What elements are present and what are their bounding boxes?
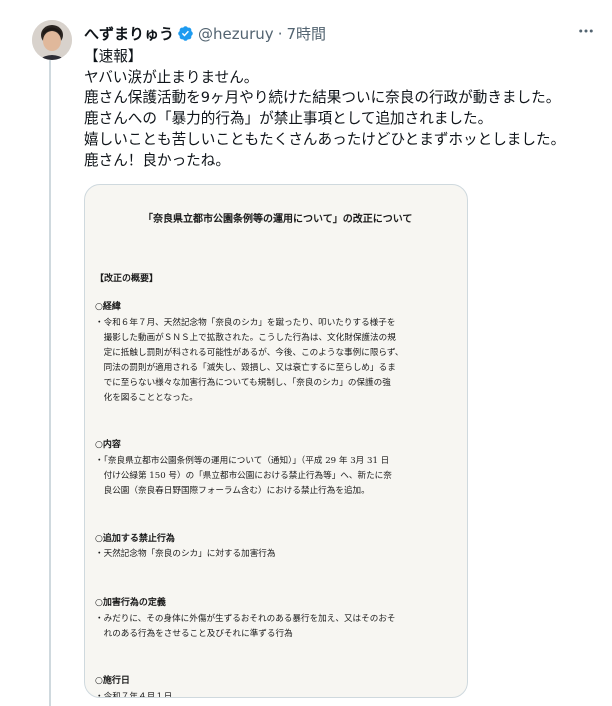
author-handle[interactable]: @hezuruy [198, 25, 274, 43]
author-display-name[interactable]: へずまりゅう [84, 23, 174, 44]
section-line: 付け公緑第 150 号）の「県立都市公園における禁止行為等」へ、新たに奈 [95, 471, 392, 481]
meta-separator: · [277, 24, 283, 43]
attached-document-image[interactable]: 「奈良県立都市公園条例等の運用について」の改正について 【改正の概要】 ○経緯 … [84, 184, 468, 698]
section-line: 撮影した動画がＳＮＳ上で拡散された。こうした行為は、文化財保護法の規 [95, 333, 396, 343]
section-heading: ○内容 [95, 440, 121, 450]
avatar[interactable] [32, 20, 72, 60]
section-line: 良公園（奈良春日野国際フォーラム含む）における禁止行為を追加。 [95, 486, 370, 496]
section-heading: ○追加する禁止行為 [95, 534, 175, 544]
section-heading: ○加害行為の定義 [95, 598, 166, 608]
tweet-text-line: 【速報】 [84, 48, 143, 65]
tweet-text-line: 鹿さん保護活動を9ヶ月やり続けた結果ついに奈良の行政が動きました。 [84, 89, 561, 107]
tweet-text-line: ヤバい涙が止まりません。 [84, 68, 259, 86]
section-line: ・令和６年７月、天然記念物「奈良のシカ」を蹴ったり、叩いたりする様子を [95, 318, 396, 328]
section-line: でに至らない様々な加害行為についても規制し、「奈良のシカ」の保護の強 [95, 378, 391, 388]
section-line: 定に抵触し罰則が科される可能性があるが、今後、このような事例に限らず、 [95, 348, 404, 358]
tweet-text-line: 鹿さんへの「暴力的行為」が禁止事項として追加されました。 [84, 110, 493, 128]
document-overview-heading: 【改正の概要】 [95, 274, 159, 284]
section-line: ・天然記念物「奈良のシカ」に対する加害行為 [95, 549, 276, 559]
section-heading: ○施行日 [95, 676, 130, 686]
section-line: れのある行為をさせること及びそれに準ずる行為 [95, 629, 293, 639]
tweet-text: 【速報】 ヤバい涙が止まりません。 鹿さん保護活動を9ヶ月やり続けた結果ついに奈… [84, 47, 604, 171]
verified-badge-icon [177, 25, 194, 42]
tweet-text-line: 嬉しいことも苦しいこともたくさんあったけどひとまずホッとしました。 [84, 130, 566, 148]
section-line: ・令和７年４月１日 [95, 692, 173, 698]
more-options-icon[interactable] [575, 20, 597, 42]
tweet-text-line: 鹿さん！良かったね。 [84, 151, 230, 169]
section-line: ・みだりに、その身体に外傷が生ずるおそれのある暴行を加え、又はそのおそ [95, 614, 396, 624]
section-heading: ○経緯 [95, 302, 121, 312]
tweet-timestamp[interactable]: 7時間 [286, 23, 326, 44]
avatar-image [32, 20, 72, 60]
thread-connector-line [49, 60, 51, 706]
section-line: 化を図ることとなった。 [95, 393, 198, 403]
document-title: 「奈良県立都市公園条例等の運用について」の改正について [143, 214, 413, 225]
section-line: 同法の罰則が適用される「滅失し、毀損し、又は衰亡するに至らしめ」るま [95, 363, 396, 373]
section-line: ・「奈良県立都市公園条例等の運用について（通知）」（平成 29 年 3月 31 … [95, 456, 390, 466]
document-scan: 「奈良県立都市公園条例等の運用について」の改正について 【改正の概要】 ○経緯 … [85, 185, 467, 697]
tweet-header: へずまりゅう @hezuruy · 7時間 [84, 23, 326, 44]
